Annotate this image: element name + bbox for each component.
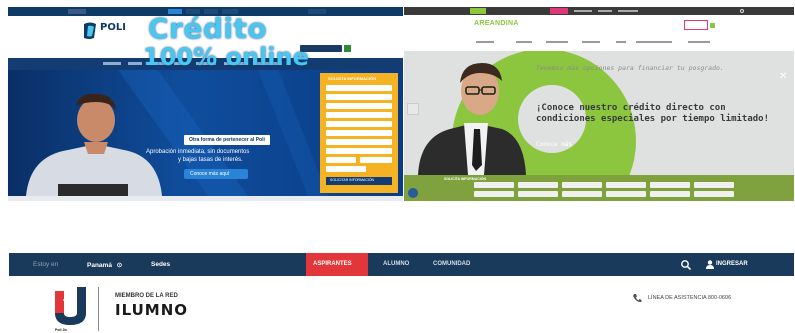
poli-header-green-icon[interactable] [344,45,351,52]
search-icon[interactable] [680,259,692,271]
areandina-form-field[interactable] [474,191,514,197]
poli-form-title: SOLICITA INFORMACIÓN [328,76,376,81]
areandina-form-field[interactable] [562,191,602,197]
poli-form-field[interactable] [326,139,392,145]
institution-logo-caption: Poli Jic [55,328,68,332]
poli-site-screenshot: POLI Crédito 100% online Otra forma de p… [8,7,403,201]
poli-hero-title: Crédito [148,12,268,45]
areandina-form-title: SOLICITA INFORMACIÓN [444,177,486,181]
poli-cta-label: Conoce más aquí [190,171,230,177]
areandina-nav-item[interactable] [476,41,494,43]
areandina-top-bar [404,7,794,15]
areandina-site-screenshot: AREANDINA ✕ Tenemos más opciones para fi… [404,7,794,201]
login-link[interactable]: INGRESAR [716,261,748,267]
areandina-hero-more-link[interactable]: Conoce más [536,141,572,148]
poli-form-submit-label: SOLICITAR INFORMACIÓN [330,178,375,182]
phone-icon [633,294,642,303]
areandina-search-icon[interactable] [740,9,744,13]
poli-form-field[interactable] [326,157,356,163]
poli-search-icon[interactable] [308,9,326,14]
areandina-hero-title-1: ¡Conoce nuestro crédito directo con [536,103,726,113]
areandina-main-nav [476,41,776,43]
sedes-link[interactable]: Sedes [151,261,170,268]
poli-form-field[interactable] [326,85,392,91]
poli-form-field[interactable] [326,112,392,118]
tab-alumno[interactable]: ALUMNO [383,261,409,267]
header-divider [98,287,99,331]
poli-form-field[interactable] [360,157,392,163]
areandina-form-field[interactable] [474,182,514,188]
areandina-info-form: SOLICITA INFORMACIÓN [404,175,794,201]
institution-logo-icon [55,287,86,325]
areandina-hero-title-2: condiciones especiales por tiempo limita… [536,114,769,124]
areandina-chat-icon[interactable] [408,188,418,198]
areandina-nav-item[interactable] [546,41,568,43]
location-label: Estoy en [33,261,59,268]
poli-form-field[interactable] [326,130,392,136]
country-label: Panamá [87,262,112,269]
areandina-nav-item[interactable] [616,41,626,43]
areandina-form-field[interactable] [518,191,558,197]
areandina-form-field[interactable] [694,191,734,197]
poli-hero-footer [8,196,403,201]
tab-comunidad[interactable]: COMUNIDAD [433,261,470,267]
poli-form-field[interactable] [326,94,392,100]
member-label: MIEMBRO DE LA RED [115,293,178,299]
areandina-form-field[interactable] [606,182,646,188]
poli-form-field[interactable] [326,148,392,154]
poli-form-field[interactable] [326,121,392,127]
poli-nav-item[interactable] [103,62,121,65]
poli-hero-desc-2: y bajas tasas de interés. [178,157,243,163]
areandina-top-link[interactable] [574,10,592,12]
poli-form-checkbox[interactable] [326,166,366,172]
country-selector[interactable]: Panamá ⊙ [87,261,122,269]
tab-aspirantes-label: ASPIRANTES [313,261,352,267]
areandina-form-field[interactable] [650,191,690,197]
poli-hero-subtitle: 100% online [143,43,309,71]
areandina-nav-item[interactable] [688,41,710,43]
poli-nav-item[interactable] [128,62,142,65]
poli-tagline: Otra forma de pertenecer al Poli [189,137,265,143]
areandina-top-green-tab[interactable] [470,8,486,14]
location-pin-icon: ⊙ [116,262,123,269]
network-logo-text: ILUMNO [115,301,189,319]
poli-hero-desc-1: Aprobación inmediata, sin documentos [146,149,250,155]
user-icon [706,260,714,269]
assistance-line[interactable]: LÍNEA DE ASISTENCIA 800-0606 [648,295,731,301]
poli-top-link[interactable] [68,9,86,14]
areandina-header-pink-badge[interactable] [684,20,708,30]
areandina-side-avatar[interactable] [407,103,419,115]
areandina-form-field[interactable] [518,182,558,188]
areandina-form-field[interactable] [650,182,690,188]
poli-logo-text: POLI [100,22,126,33]
areandina-form-field[interactable] [606,191,646,197]
areandina-form-field[interactable] [694,182,734,188]
areandina-nav-item[interactable] [582,41,600,43]
areandina-header-green-icon[interactable] [710,23,715,28]
areandina-hero-kicker: Tenemos más opciones para financiar tu p… [536,64,724,72]
close-icon[interactable]: ✕ [779,71,787,82]
areandina-top-link[interactable] [598,10,612,12]
areandina-form-field[interactable] [562,182,602,188]
poli-info-form: SOLICITA INFORMACIÓN SOLICITAR INFORMACI… [320,73,398,193]
areandina-nav-item[interactable] [636,41,672,43]
areandina-top-link[interactable] [618,10,638,12]
poli-form-field[interactable] [326,103,392,109]
areandina-logo: AREANDINA [474,20,519,27]
areandina-nav-item[interactable] [516,41,532,43]
areandina-top-pink-tab[interactable] [550,8,568,14]
